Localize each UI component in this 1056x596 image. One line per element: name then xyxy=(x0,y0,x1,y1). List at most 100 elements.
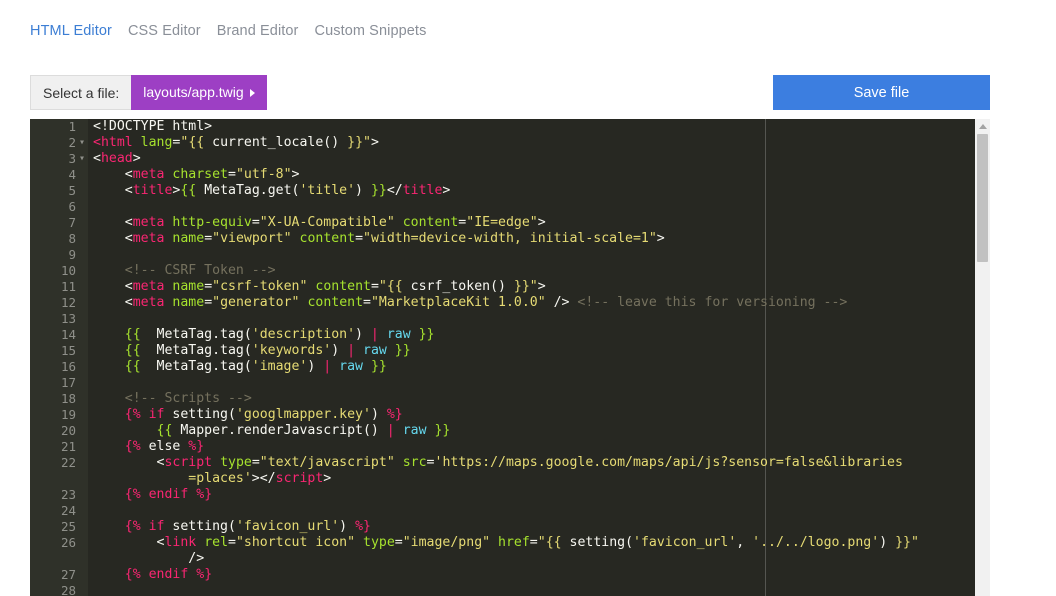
code-token: raw xyxy=(339,359,363,374)
code-token: {{ xyxy=(180,183,197,198)
code-token: {{ xyxy=(156,423,173,438)
code-text: <head> xyxy=(93,151,141,167)
code-line: 9 xyxy=(30,247,975,263)
caret-right-icon xyxy=(249,88,255,97)
code-line: 17 xyxy=(30,375,975,391)
code-token: "IE=edge" xyxy=(466,215,538,230)
code-token: meta xyxy=(132,215,165,230)
code-token: | xyxy=(347,343,356,358)
code-token: = xyxy=(251,455,260,470)
code-token: "csrf-token" xyxy=(212,279,308,294)
file-dropdown[interactable]: layouts/app.twig xyxy=(131,75,267,110)
code-token: {% xyxy=(93,439,141,454)
code-token: %} xyxy=(355,519,371,534)
fold-arrow-icon[interactable]: ▾ xyxy=(79,151,85,167)
code-text: <html lang="{{ current_locale() }}"> xyxy=(93,135,379,151)
code-line: 4 <meta charset="utf-8"> xyxy=(30,167,975,183)
editor-tabs: HTML Editor CSS Editor Brand Editor Cust… xyxy=(30,23,426,39)
code-text: =places'></script> xyxy=(93,471,331,487)
code-token: 'https://maps.google.com/maps/api/js?sen… xyxy=(434,455,903,470)
code-line: 1 <!DOCTYPE html> xyxy=(30,119,975,135)
code-editor[interactable]: 1 <!DOCTYPE html> 2 ▾ <html lang="{{ current… xyxy=(30,119,975,596)
code-line: 11 <meta name="csrf-token" content="{{ c… xyxy=(30,279,975,295)
save-file-button[interactable]: Save file xyxy=(773,75,990,110)
code-line: 22 <script type="text/javascript" src='h… xyxy=(30,455,975,471)
code-line: 27 {% endif %} xyxy=(30,567,975,583)
code-token: 'favicon_url' xyxy=(633,535,737,550)
tab-html-editor[interactable]: HTML Editor xyxy=(30,23,112,39)
code-token: %} xyxy=(196,567,213,582)
line-number: 5 xyxy=(68,183,76,198)
code-token: name xyxy=(172,231,205,246)
code-token: {% xyxy=(93,567,141,582)
code-token: type xyxy=(220,455,252,470)
code-text: <!-- Scripts --> xyxy=(93,391,252,407)
code-token: raw xyxy=(363,343,387,358)
code-token: content xyxy=(402,215,459,230)
code-token: ) xyxy=(331,343,348,358)
scroll-up-arrow-icon[interactable] xyxy=(979,124,987,129)
code-token: <html xyxy=(93,135,133,150)
code-line: 8 <meta name="viewport" content="width=d… xyxy=(30,231,975,247)
code-token: = xyxy=(370,279,379,294)
code-token: <!-- Scripts --> xyxy=(93,391,252,406)
line-number: 25 xyxy=(60,519,76,534)
code-token: < xyxy=(93,167,133,182)
code-token: < xyxy=(93,183,133,198)
code-token: = xyxy=(204,295,213,310)
code-token: head xyxy=(100,151,133,166)
code-token: '../../logo.png' xyxy=(752,535,880,550)
code-token: src xyxy=(402,455,427,470)
code-line: =places'></script> xyxy=(30,471,975,487)
code-token: title xyxy=(402,183,443,198)
scrollbar-thumb[interactable] xyxy=(977,134,988,262)
fold-arrow-icon[interactable]: ▾ xyxy=(79,135,85,151)
code-token: meta xyxy=(132,279,165,294)
line-number: 24 xyxy=(60,503,76,518)
tab-custom-snippets[interactable]: Custom Snippets xyxy=(315,23,427,39)
code-line: 10 <!-- CSRF Token --> xyxy=(30,263,975,279)
code-line: 21 {% else %} xyxy=(30,439,975,455)
code-token: 'favicon_url' xyxy=(235,519,340,534)
line-number: 6 xyxy=(68,199,76,214)
code-token: > xyxy=(323,471,332,486)
code-token: "viewport" xyxy=(212,231,292,246)
code-line: 19 {% if setting('googlmapper.key') %} xyxy=(30,407,975,423)
code-token: meta xyxy=(132,295,165,310)
code-lines: 1 <!DOCTYPE html> 2 ▾ <html lang="{{ current… xyxy=(30,119,975,596)
code-token: ) xyxy=(370,407,387,422)
code-text: <!-- CSRF Token --> xyxy=(93,263,276,279)
code-token: endif xyxy=(148,567,189,582)
code-token: {{ xyxy=(93,327,141,342)
code-token: "{{ xyxy=(180,135,213,150)
code-token: < xyxy=(93,231,133,246)
code-token: , xyxy=(736,535,753,550)
code-line: 23 {% endif %} xyxy=(30,487,975,503)
code-token: > xyxy=(291,167,300,182)
tab-css-editor[interactable]: CSS Editor xyxy=(128,23,201,39)
code-token: }} xyxy=(434,423,451,438)
code-token: type xyxy=(363,535,395,550)
code-text: {% if setting('googlmapper.key') %} xyxy=(93,407,403,423)
code-token: <!-- leave this for versioning --> xyxy=(577,295,848,310)
code-token: content xyxy=(299,231,356,246)
code-line: 15 {{ MetaTag.tag('keywords') | raw }} xyxy=(30,343,975,359)
code-token: < xyxy=(93,535,165,550)
code-token: }}" xyxy=(513,279,538,294)
code-text: <meta name="csrf-token" content="{{ csrf… xyxy=(93,279,546,295)
tab-brand-editor[interactable]: Brand Editor xyxy=(217,23,299,39)
code-token: > xyxy=(537,279,546,294)
code-token: = xyxy=(426,455,435,470)
line-number: 19 xyxy=(60,407,76,422)
code-token: script xyxy=(164,455,213,470)
code-token: }} xyxy=(418,327,435,342)
code-token: > xyxy=(370,135,379,150)
code-line: 26 <link rel="shortcut icon" type="image… xyxy=(30,535,975,551)
